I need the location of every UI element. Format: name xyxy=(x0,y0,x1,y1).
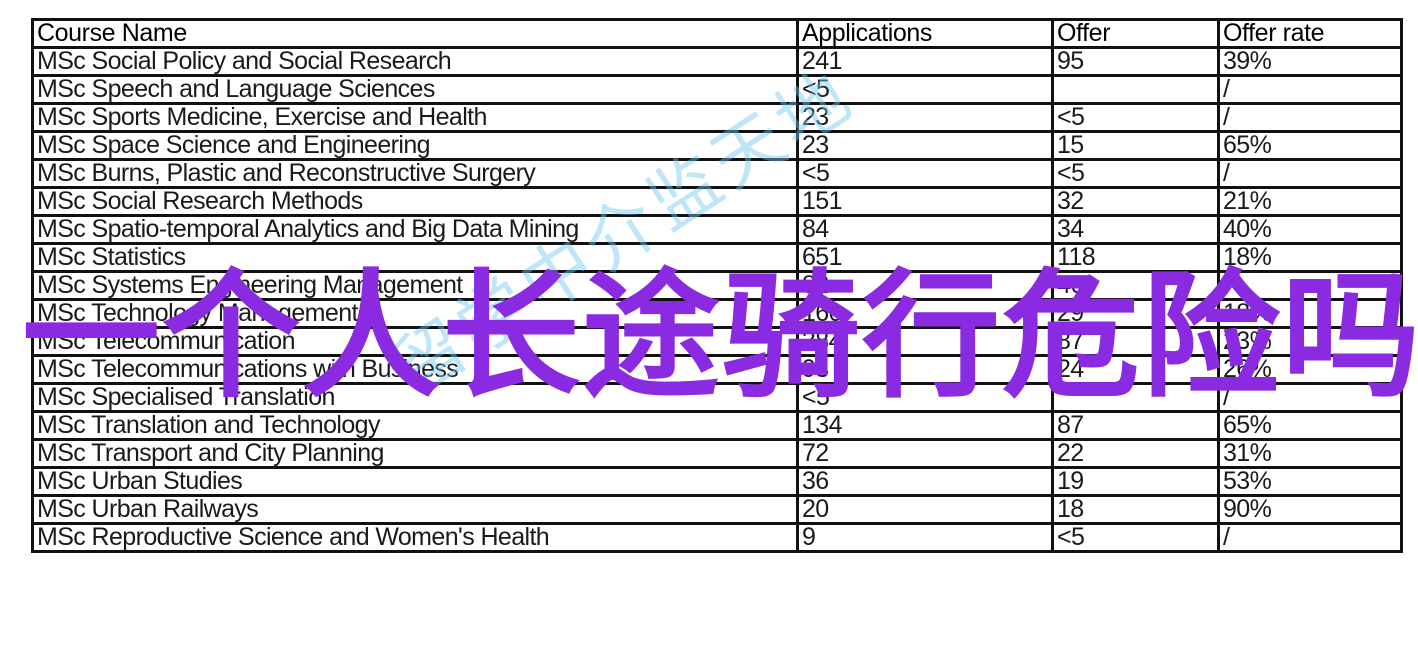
header-offer: Offer xyxy=(1051,18,1220,49)
header-applications: Applications xyxy=(796,18,1054,49)
cell-applications: 82 xyxy=(796,270,1054,301)
cell-course-name: MSc Social Policy and Social Research xyxy=(31,46,799,77)
table-row: MSc Reproductive Science and Women's Hea… xyxy=(31,522,1403,553)
cell-offer: 34 xyxy=(1051,214,1220,245)
cell-offer-rate: / xyxy=(1217,74,1403,105)
cell-course-name: MSc Spatio-temporal Analytics and Big Da… xyxy=(31,214,799,245)
cell-offer-rate: 39% xyxy=(1217,46,1403,77)
cell-applications: 651 xyxy=(796,242,1054,273)
cell-offer: 87 xyxy=(1051,410,1220,441)
table-row: MSc Transport and City Planning 72 22 31% xyxy=(31,438,1403,469)
table-row: MSc Speech and Language Sciences <5 / xyxy=(31,74,1403,105)
cell-course-name: MSc Space Science and Engineering xyxy=(31,130,799,161)
cell-applications: 36 xyxy=(796,466,1054,497)
cell-offer: 19 xyxy=(1051,466,1220,497)
table-row: MSc Sports Medicine, Exercise and Health… xyxy=(31,102,1403,133)
cell-course-name: MSc Specialised Translation xyxy=(31,382,799,413)
table-row: MSc Urban Railways 20 18 90% xyxy=(31,494,1403,525)
cell-offer: 46 xyxy=(1051,270,1220,301)
cell-offer: <5 xyxy=(1051,158,1220,189)
cell-course-name: MSc Telecommunication xyxy=(31,326,799,357)
cell-course-name: MSc Burns, Plastic and Reconstructive Su… xyxy=(31,158,799,189)
cell-applications: 160 xyxy=(796,298,1054,329)
table-row: MSc Statistics 651 118 18% xyxy=(31,242,1403,273)
cell-offer-rate: 21% xyxy=(1217,186,1403,217)
cell-applications: 84 xyxy=(796,214,1054,245)
header-course-name: Course Name xyxy=(31,18,799,49)
cell-offer: 29 xyxy=(1051,298,1220,329)
table-row: MSc Burns, Plastic and Reconstructive Su… xyxy=(31,158,1403,189)
table-header-row: Course Name Applications Offer Offer rat… xyxy=(31,18,1403,49)
cell-course-name: MSc Speech and Language Sciences xyxy=(31,74,799,105)
admissions-table-container: Course Name Applications Offer Offer rat… xyxy=(31,18,1403,553)
cell-course-name: MSc Sports Medicine, Exercise and Health xyxy=(31,102,799,133)
cell-applications: 23 xyxy=(796,102,1054,133)
cell-applications: 384 xyxy=(796,326,1054,357)
cell-offer-rate: / xyxy=(1217,522,1403,553)
cell-applications: 134 xyxy=(796,410,1054,441)
cell-offer: 24 xyxy=(1051,354,1220,385)
cell-offer xyxy=(1051,382,1220,413)
table-body: MSc Social Policy and Social Research 241… xyxy=(31,46,1403,553)
cell-course-name: MSc Statistics xyxy=(31,242,799,273)
cell-offer-rate: 90% xyxy=(1217,494,1403,525)
cell-applications: 20 xyxy=(796,494,1054,525)
cell-applications: 9 xyxy=(796,522,1054,553)
table-row: MSc Translation and Technology 134 87 65% xyxy=(31,410,1403,441)
cell-offer-rate: 53% xyxy=(1217,466,1403,497)
cell-applications: 72 xyxy=(796,438,1054,469)
table-row: MSc Systems Engineering Management 82 46/ xyxy=(31,270,1403,301)
table-row: MSc Specialised Translation <5 / xyxy=(31,382,1403,413)
cell-offer: 22 xyxy=(1051,438,1220,469)
admissions-table: Course Name Applications Offer Offer rat… xyxy=(31,18,1403,553)
cell-offer-rate: 40% xyxy=(1217,214,1403,245)
table-row: MSc Social Policy and Social Research 241… xyxy=(31,46,1403,77)
cell-offer: 118 xyxy=(1051,242,1220,273)
table-row: MSc Spatio-temporal Analytics and Big Da… xyxy=(31,214,1403,245)
cell-course-name: MSc Urban Railways xyxy=(31,494,799,525)
cell-applications: 241 xyxy=(796,46,1054,77)
cell-applications: <5 xyxy=(796,382,1054,413)
cell-offer-rate: / xyxy=(1217,270,1403,301)
cell-course-name: MSc Systems Engineering Management xyxy=(31,270,799,301)
cell-offer: 18 xyxy=(1051,494,1220,525)
cell-applications: <5 xyxy=(796,158,1054,189)
cell-offer-rate: / xyxy=(1217,102,1403,133)
cell-offer: 15 xyxy=(1051,130,1220,161)
cell-course-name: MSc Translation and Technology xyxy=(31,410,799,441)
cell-applications: <5 xyxy=(796,74,1054,105)
cell-offer-rate: 65% xyxy=(1217,130,1403,161)
cell-offer xyxy=(1051,74,1220,105)
table-row: MSc Space Science and Engineering 23 15 65% xyxy=(31,130,1403,161)
cell-offer-rate: 65% xyxy=(1217,410,1403,441)
table-row: MSc Technology Management 160 29 18% xyxy=(31,298,1403,329)
cell-applications: 151 xyxy=(796,186,1054,217)
table-row: MSc Telecommunication 384 87 23% xyxy=(31,326,1403,357)
cell-offer: 87 xyxy=(1051,326,1220,357)
cell-applications: 23 xyxy=(796,130,1054,161)
cell-offer-rate: 18% xyxy=(1217,242,1403,273)
table-row: MSc Social Research Methods 151 32 21% xyxy=(31,186,1403,217)
cell-offer: <5 xyxy=(1051,522,1220,553)
cell-offer-rate: / xyxy=(1217,158,1403,189)
cell-offer: 32 xyxy=(1051,186,1220,217)
cell-course-name: MSc Reproductive Science and Women's Hea… xyxy=(31,522,799,553)
cell-offer-rate: 23% xyxy=(1217,326,1403,357)
table-row: MSc Telecommunications with Business 93 24… xyxy=(31,354,1403,385)
cell-offer-rate: / xyxy=(1217,382,1403,413)
cell-offer: 95 xyxy=(1051,46,1220,77)
cell-offer-rate: 31% xyxy=(1217,438,1403,469)
cell-applications: 93 xyxy=(796,354,1054,385)
cell-offer-rate: 18% xyxy=(1217,298,1403,329)
cell-course-name: MSc Technology Management xyxy=(31,298,799,329)
table-row: MSc Urban Studies 36 19 53% xyxy=(31,466,1403,497)
cell-course-name: MSc Telecommunications with Business xyxy=(31,354,799,385)
cell-course-name: MSc Urban Studies xyxy=(31,466,799,497)
cell-offer: <5 xyxy=(1051,102,1220,133)
cell-offer-rate: 26% xyxy=(1217,354,1403,385)
cell-course-name: MSc Transport and City Planning xyxy=(31,438,799,469)
cell-course-name: MSc Social Research Methods xyxy=(31,186,799,217)
header-offer-rate: Offer rate xyxy=(1217,18,1403,49)
